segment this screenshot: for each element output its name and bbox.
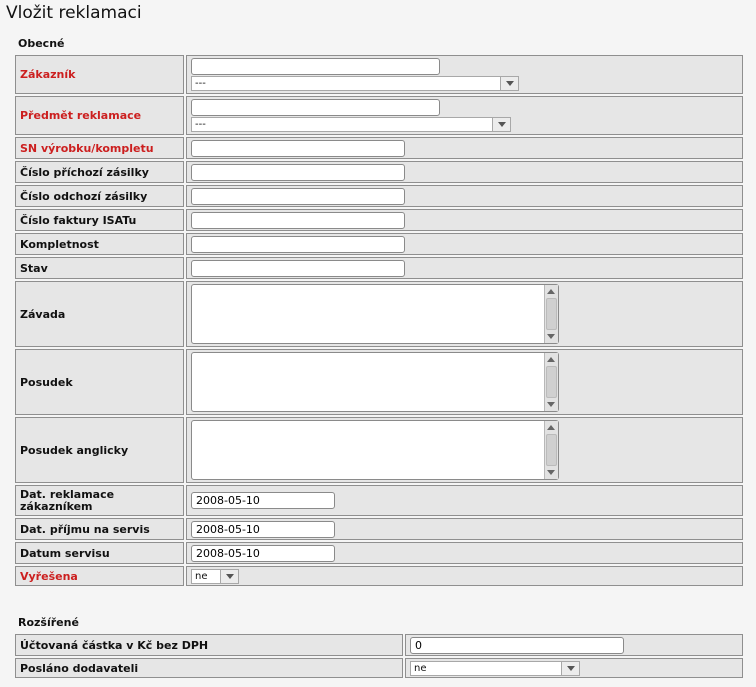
extended-form: Účtovaná částka v Kč bez DPH Posláno dod… (15, 634, 743, 678)
scroll-down-icon (547, 402, 555, 407)
textarea-scrollbar[interactable] (544, 421, 558, 479)
subject-label: Předmět reklamace (15, 96, 184, 135)
assessment-en-label: Posudek anglicky (15, 417, 184, 483)
chevron-down-icon (561, 661, 579, 675)
sent-supplier-select[interactable]: ne (410, 660, 580, 676)
section-title-extended: Rozšířené (18, 616, 79, 629)
row-serial: SN výrobku/kompletu (15, 137, 743, 159)
claim-date-label: Dat. reklamace zákazníkem (15, 485, 184, 516)
scroll-down-icon (547, 470, 555, 475)
customer-label: Zákazník (15, 55, 184, 94)
subject-input[interactable] (191, 99, 440, 116)
chevron-down-icon (220, 569, 238, 583)
complete-label: Kompletnost (15, 233, 184, 255)
row-assessment: Posudek (15, 349, 743, 415)
assessment-textarea[interactable] (191, 352, 559, 412)
row-claim-date: Dat. reklamace zákazníkem (15, 485, 743, 516)
outgoing-input[interactable] (191, 187, 405, 205)
defect-label: Závada (15, 281, 184, 347)
subject-cell: --- (186, 96, 743, 135)
outgoing-label: Číslo odchozí zásilky (15, 185, 184, 207)
scroll-down-icon (547, 334, 555, 339)
subject-select-value: --- (195, 119, 206, 130)
general-form: Zákazník --- Předmět reklamace --- SN vý… (15, 55, 743, 586)
row-outgoing: Číslo odchozí zásilky (15, 185, 743, 207)
scroll-up-icon (547, 425, 555, 430)
customer-select[interactable]: --- (191, 76, 519, 91)
row-service-receipt: Dat. příjmu na servis (15, 518, 743, 540)
assessment-label: Posudek (15, 349, 184, 415)
incoming-input[interactable] (191, 163, 405, 181)
serial-label: SN výrobku/kompletu (15, 137, 184, 159)
textarea-scrollbar[interactable] (544, 285, 558, 343)
subject-select[interactable]: --- (191, 117, 511, 132)
service-receipt-input[interactable] (191, 520, 335, 538)
row-amount: Účtovaná částka v Kč bez DPH (15, 634, 743, 656)
incoming-label: Číslo příchozí zásilky (15, 161, 184, 183)
row-service-date: Datum servisu (15, 542, 743, 564)
resolved-label: Vyřešena (15, 566, 184, 586)
row-state: Stav (15, 257, 743, 279)
service-date-input[interactable] (191, 544, 335, 562)
resolved-select-value: ne (195, 570, 208, 582)
invoice-input[interactable] (191, 211, 405, 229)
textarea-scrollbar[interactable] (544, 353, 558, 411)
row-assessment-en: Posudek anglicky (15, 417, 743, 483)
resolved-select[interactable]: ne (191, 568, 239, 584)
service-receipt-label: Dat. příjmu na servis (15, 518, 184, 540)
defect-textarea[interactable] (191, 284, 559, 344)
section-title-general: Obecné (18, 37, 65, 50)
row-resolved: Vyřešena ne (15, 566, 743, 586)
row-customer: Zákazník --- (15, 55, 743, 94)
claim-date-input[interactable] (191, 492, 335, 509)
chevron-down-icon (492, 118, 510, 131)
customer-input[interactable] (191, 58, 440, 75)
row-complete: Kompletnost (15, 233, 743, 255)
state-label: Stav (15, 257, 184, 279)
assessment-en-textarea[interactable] (191, 420, 559, 480)
sent-supplier-label: Posláno dodavateli (15, 658, 403, 678)
row-defect: Závada (15, 281, 743, 347)
scroll-up-icon (547, 289, 555, 294)
complete-input[interactable] (191, 235, 405, 253)
row-incoming: Číslo příchozí zásilky (15, 161, 743, 183)
chevron-down-icon (500, 77, 518, 90)
state-input[interactable] (191, 259, 405, 277)
customer-select-value: --- (195, 78, 206, 89)
invoice-label: Číslo faktury ISATu (15, 209, 184, 231)
customer-cell: --- (186, 55, 743, 94)
row-sent-supplier: Posláno dodavateli ne (15, 658, 743, 678)
serial-input[interactable] (191, 139, 405, 157)
row-invoice: Číslo faktury ISATu (15, 209, 743, 231)
scroll-up-icon (547, 357, 555, 362)
service-date-label: Datum servisu (15, 542, 184, 564)
sent-supplier-select-value: ne (414, 662, 427, 674)
row-subject: Předmět reklamace --- (15, 96, 743, 135)
amount-input[interactable] (410, 636, 624, 654)
amount-label: Účtovaná částka v Kč bez DPH (15, 634, 403, 656)
page-title: Vložit reklamaci (6, 3, 142, 23)
